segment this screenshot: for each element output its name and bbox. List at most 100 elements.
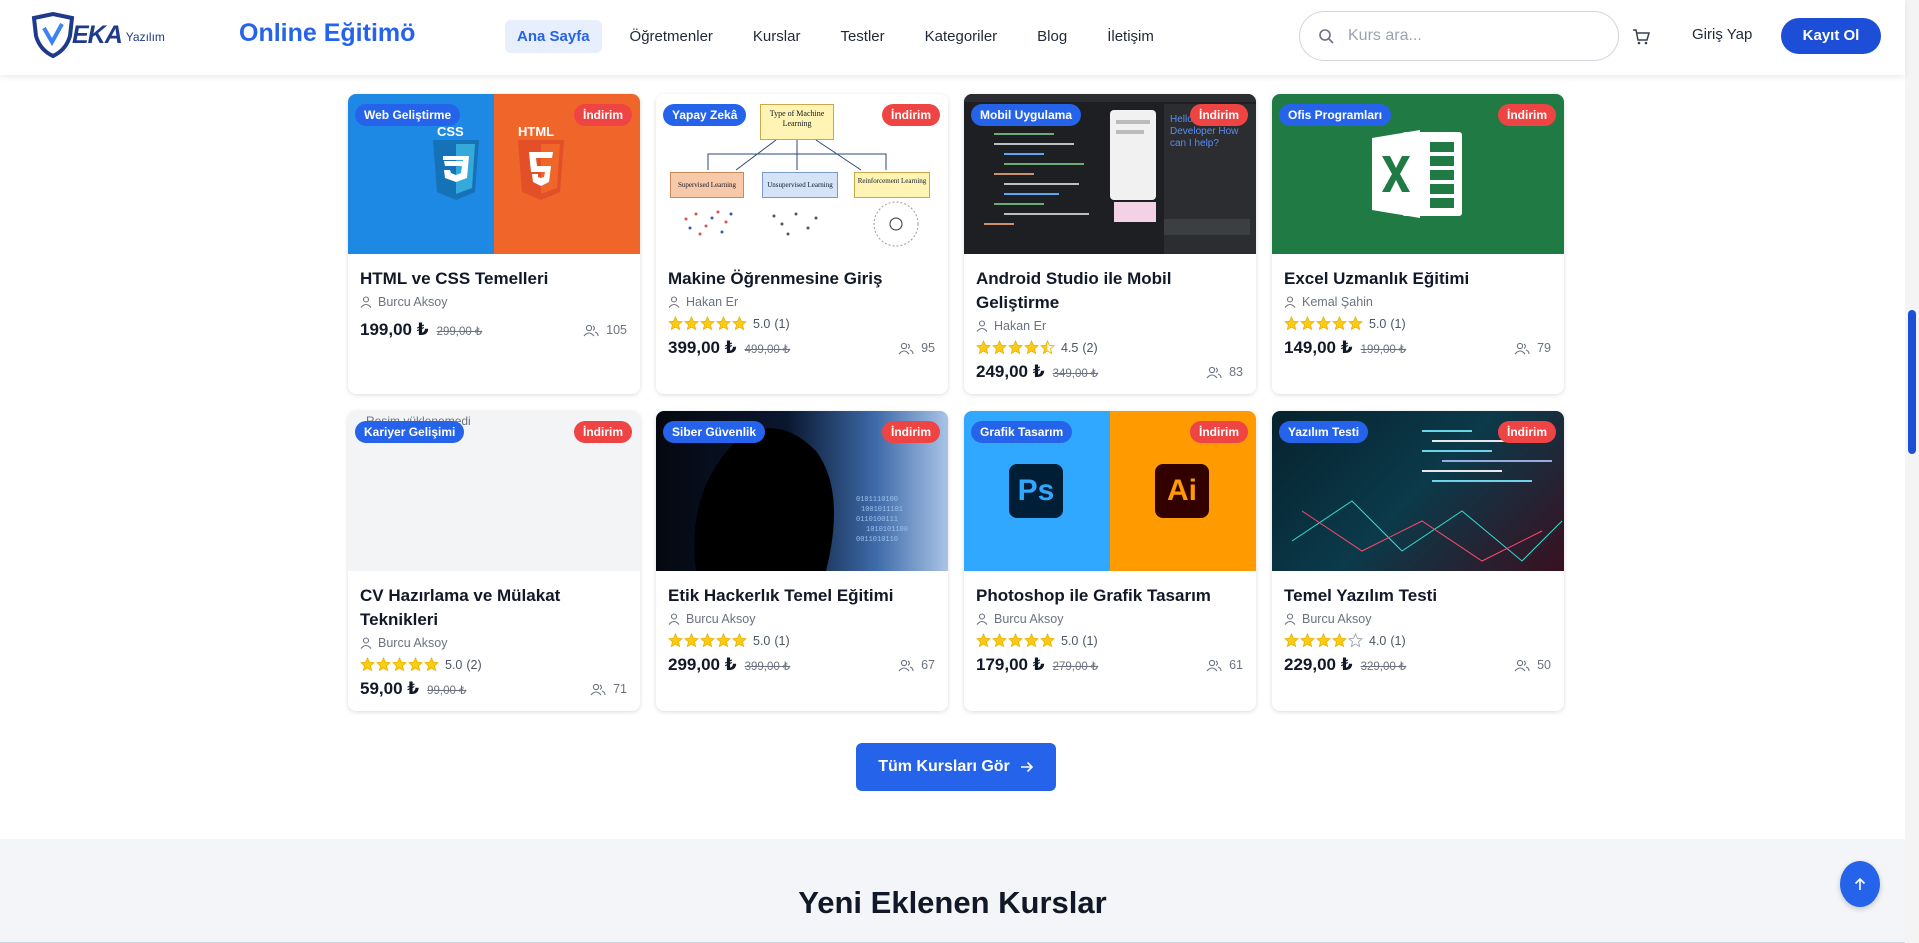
student-count: 79 bbox=[1514, 341, 1551, 355]
price: 179,00 ₺ bbox=[976, 655, 1045, 674]
star-icon bbox=[1316, 316, 1331, 331]
category-badge[interactable]: Ofis Programları bbox=[1279, 104, 1392, 126]
star-rating bbox=[668, 633, 747, 648]
instructor: Burcu Aksoy bbox=[976, 612, 1244, 626]
course-card[interactable]: CSS HTML Web Geliştirme İndirim HTML ve … bbox=[348, 94, 640, 394]
course-title[interactable]: Makine Öğrenmesine Giriş bbox=[668, 267, 936, 291]
login-link[interactable]: Giriş Yap bbox=[1692, 26, 1752, 43]
nav-home[interactable]: Ana Sayfa bbox=[505, 20, 602, 53]
old-price: 279,00 ₺ bbox=[1052, 661, 1099, 673]
nav-blog[interactable]: Blog bbox=[1025, 20, 1079, 53]
star-icon bbox=[1040, 340, 1055, 355]
star-icon bbox=[1024, 340, 1039, 355]
star-icon bbox=[1348, 316, 1363, 331]
ml-box-reinforcement: Reinforcement Learning bbox=[854, 172, 930, 198]
scrollbar[interactable] bbox=[1905, 0, 1919, 943]
category-badge[interactable]: Yazılım Testi bbox=[1279, 421, 1369, 443]
discount-badge: İndirim bbox=[1189, 421, 1248, 443]
register-button[interactable]: Kayıt Ol bbox=[1781, 18, 1881, 54]
nav-courses[interactable]: Kurslar bbox=[741, 20, 813, 53]
star-icon bbox=[1316, 633, 1331, 648]
rating-count: (1) bbox=[1390, 316, 1406, 331]
logo[interactable]: EKA Yazılım bbox=[30, 12, 165, 58]
course-card[interactable]: Hello, Developer How can I help? Mobil U… bbox=[964, 94, 1256, 394]
course-card[interactable]: Yazılım Testi İndirim Temel Yazılım Test… bbox=[1272, 411, 1564, 711]
star-icon bbox=[700, 316, 715, 331]
course-title[interactable]: Temel Yazılım Testi bbox=[1284, 584, 1552, 608]
users-icon bbox=[1514, 342, 1530, 354]
cart-icon[interactable] bbox=[1632, 28, 1650, 51]
nav-categories[interactable]: Kategoriler bbox=[913, 20, 1010, 53]
course-thumbnail: CSS HTML Web Geliştirme İndirim bbox=[348, 94, 640, 254]
user-icon bbox=[976, 320, 988, 332]
course-card[interactable]: Ps Ai Grafik Tasarım İndirim Photoshop i… bbox=[964, 411, 1256, 711]
nav-contact[interactable]: İletişim bbox=[1095, 20, 1166, 53]
course-card[interactable]: Type of Machine Learning Supervised Lear… bbox=[656, 94, 948, 394]
scrollbar-thumb[interactable] bbox=[1908, 310, 1916, 454]
star-rating bbox=[1284, 316, 1363, 331]
photoshop-logo-icon: Ps bbox=[1009, 464, 1063, 518]
category-badge[interactable]: Yapay Zekâ bbox=[663, 104, 747, 126]
instructor: Hakan Er bbox=[668, 295, 936, 309]
search-box[interactable] bbox=[1299, 11, 1619, 61]
discount-badge: İndirim bbox=[1189, 104, 1248, 126]
users-icon bbox=[1206, 659, 1222, 671]
shield-logo-icon bbox=[31, 12, 75, 58]
course-title[interactable]: Etik Hackerlık Temel Eğitimi bbox=[668, 584, 936, 608]
course-thumbnail: 0101110100 1001011101 0110100111 1010101100… bbox=[656, 411, 948, 571]
nav-tests[interactable]: Testler bbox=[828, 20, 896, 53]
css3-logo-icon bbox=[433, 140, 479, 200]
category-badge[interactable]: Grafik Tasarım bbox=[971, 421, 1073, 443]
discount-badge: İndirim bbox=[1497, 421, 1556, 443]
star-icon bbox=[1284, 316, 1299, 331]
student-count: 67 bbox=[898, 658, 935, 672]
course-title[interactable]: Android Studio ile Mobil Geliştirme bbox=[976, 267, 1244, 315]
category-badge[interactable]: Siber Güvenlik bbox=[663, 421, 766, 443]
old-price: 199,00 ₺ bbox=[1360, 344, 1407, 356]
instructor: Burcu Aksoy bbox=[668, 612, 936, 626]
course-title[interactable]: CV Hazırlama ve Mülakat Teknikleri bbox=[360, 584, 628, 632]
rating: 5.0 (1) bbox=[1284, 316, 1552, 331]
category-badge[interactable]: Mobil Uygulama bbox=[971, 104, 1082, 126]
course-thumbnail: Resim yüklenemedi Kariyer Gelişimi İndir… bbox=[348, 411, 640, 571]
scroll-to-top-button[interactable] bbox=[1840, 861, 1880, 907]
rating-value: 4.5 bbox=[1061, 340, 1079, 355]
course-card[interactable]: Resim yüklenemedi Kariyer Gelişimi İndir… bbox=[348, 411, 640, 711]
rating: 5.0 (2) bbox=[360, 657, 628, 672]
svg-text:1010101100: 1010101100 bbox=[866, 526, 908, 534]
rating: 4.5 (2) bbox=[976, 340, 1244, 355]
nav-teachers[interactable]: Öğretmenler bbox=[618, 20, 725, 53]
course-thumbnail: Ofis Programları İndirim bbox=[1272, 94, 1564, 254]
course-title[interactable]: Excel Uzmanlık Eğitimi bbox=[1284, 267, 1552, 291]
category-badge[interactable]: Web Geliştirme bbox=[355, 104, 461, 126]
rating: 5.0 (1) bbox=[668, 316, 936, 331]
course-title[interactable]: HTML ve CSS Temelleri bbox=[360, 267, 628, 291]
svg-text:0011010110: 0011010110 bbox=[856, 536, 898, 544]
course-card[interactable]: Ofis Programları İndirim Excel Uzmanlık … bbox=[1272, 94, 1564, 394]
old-price: 399,00 ₺ bbox=[744, 661, 791, 673]
course-card[interactable]: 0101110100 1001011101 0110100111 1010101100… bbox=[656, 411, 948, 711]
star-rating bbox=[976, 340, 1055, 355]
star-icon bbox=[1332, 316, 1347, 331]
course-title[interactable]: Photoshop ile Grafik Tasarım bbox=[976, 584, 1244, 608]
star-icon bbox=[1300, 316, 1315, 331]
site-title[interactable]: Online Eğitimö bbox=[239, 19, 415, 48]
star-icon bbox=[992, 633, 1007, 648]
user-icon bbox=[360, 637, 372, 649]
rating-value: 5.0 bbox=[1061, 633, 1079, 648]
category-badge[interactable]: Kariyer Gelişimi bbox=[355, 421, 465, 443]
star-icon bbox=[732, 316, 747, 331]
student-count: 71 bbox=[590, 682, 627, 696]
rating: 5.0 (1) bbox=[976, 633, 1244, 648]
instructor-name: Burcu Aksoy bbox=[994, 612, 1064, 626]
student-count: 50 bbox=[1514, 658, 1551, 672]
star-icon bbox=[684, 633, 699, 648]
svg-text:0110100111: 0110100111 bbox=[856, 516, 898, 524]
student-count: 105 bbox=[583, 323, 627, 337]
course-thumbnail: Type of Machine Learning Supervised Lear… bbox=[656, 94, 948, 254]
user-icon bbox=[976, 613, 988, 625]
all-courses-button[interactable]: Tüm Kursları Gör bbox=[856, 743, 1056, 791]
search-input[interactable] bbox=[1348, 27, 1598, 45]
instructor-name: Hakan Er bbox=[686, 295, 739, 309]
old-price: 99,00 ₺ bbox=[427, 685, 467, 697]
